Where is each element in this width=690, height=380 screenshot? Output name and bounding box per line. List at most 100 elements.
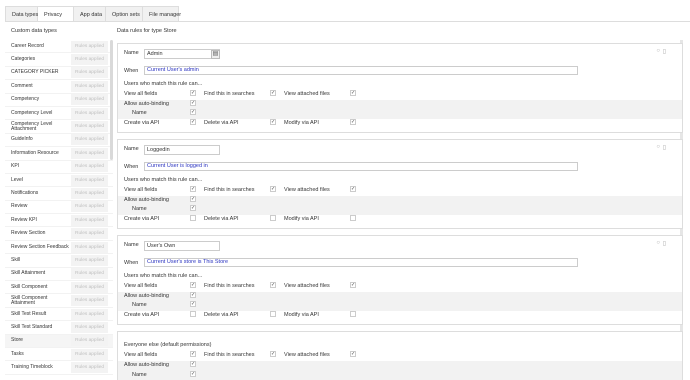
when-condition-input[interactable]: Current User is logged in bbox=[144, 162, 578, 171]
data-type-name: Competency Level Attachment bbox=[11, 120, 53, 132]
create-via-api-checkbox[interactable] bbox=[190, 215, 196, 221]
when-condition-input[interactable]: Current User's store is This Store bbox=[144, 258, 578, 267]
rules-applied-badge: Rules applied bbox=[71, 295, 108, 307]
view-attached-files-checkbox[interactable]: ✓ bbox=[350, 351, 356, 357]
rule-name-input[interactable]: User's Own bbox=[144, 241, 220, 251]
view-all-fields-checkbox[interactable]: ✓ bbox=[190, 282, 196, 288]
trash-icon[interactable]: ▯ bbox=[663, 240, 666, 247]
view-attached-files-checkbox[interactable]: ✓ bbox=[350, 282, 356, 288]
when-condition-input[interactable]: Current User's admin bbox=[144, 66, 578, 75]
create-via-api-checkbox[interactable]: ✓ bbox=[190, 119, 196, 125]
name-field-checkbox[interactable]: ✓ bbox=[190, 370, 196, 377]
rules-applied-badge: Rules applied bbox=[71, 121, 108, 133]
allow-auto-binding-checkbox[interactable]: ✓ bbox=[190, 100, 196, 106]
view-attached-files-checkbox[interactable]: ✓ bbox=[350, 186, 356, 192]
create-via-api-checkbox[interactable] bbox=[190, 311, 196, 317]
comment-icon[interactable]: ○ bbox=[656, 144, 660, 150]
list-item[interactable]: Review Section Rules applied bbox=[5, 227, 113, 241]
delete-via-api-checkbox[interactable] bbox=[270, 311, 276, 317]
default-permissions-card: Everyone else (default permissions) View … bbox=[117, 331, 683, 380]
name-field-checkbox[interactable]: ✓ bbox=[190, 301, 196, 307]
view-all-fields-checkbox[interactable]: ✓ bbox=[190, 186, 196, 192]
gear-icon[interactable]: ▤ bbox=[211, 50, 220, 59]
allow-auto-binding-checkbox[interactable]: ✓ bbox=[190, 361, 196, 367]
list-item[interactable]: Notifications Rules applied bbox=[5, 187, 113, 201]
list-item[interactable]: Review KPI Rules applied bbox=[5, 214, 113, 228]
list-item[interactable]: Competency Rules applied bbox=[5, 94, 113, 107]
list-item[interactable]: Skill Test Result Rules applied bbox=[5, 308, 113, 322]
tab-app-data[interactable]: App data bbox=[74, 6, 106, 22]
list-item[interactable]: Categories Rules applied bbox=[5, 53, 113, 67]
create-via-api-label: Create via API bbox=[124, 312, 160, 318]
delete-via-api-checkbox[interactable] bbox=[270, 215, 276, 221]
permission-row: Name ✓ bbox=[118, 205, 682, 215]
rule-name-input[interactable]: Loggedin bbox=[144, 145, 220, 155]
delete-via-api-checkbox[interactable]: ✓ bbox=[270, 119, 276, 125]
list-item[interactable]: GuideInfo Rules applied bbox=[5, 134, 113, 148]
trash-icon[interactable]: ▯ bbox=[663, 48, 666, 55]
name-field-checkbox[interactable]: ✓ bbox=[190, 205, 196, 211]
list-item[interactable]: Level Rules applied bbox=[5, 174, 113, 188]
data-type-name: Information Resource bbox=[11, 149, 59, 156]
tab-option-sets[interactable]: Option sets bbox=[106, 6, 143, 22]
rules-applied-badge: Rules applied bbox=[71, 308, 108, 320]
list-item[interactable]: Information Resource Rules applied bbox=[5, 147, 113, 161]
comment-icon[interactable]: ○ bbox=[656, 48, 660, 54]
list-item[interactable]: Skill Attainment Rules applied bbox=[5, 268, 113, 282]
tab-file-manager[interactable]: File manager bbox=[143, 6, 181, 22]
rules-applied-badge: Rules applied bbox=[71, 335, 108, 347]
users-match-label: Users who match this rule can... bbox=[124, 273, 203, 279]
list-item[interactable]: Competency Level Rules applied bbox=[5, 107, 113, 121]
modify-via-api-checkbox[interactable]: ✓ bbox=[350, 119, 356, 125]
delete-via-api-label: Delete via API bbox=[204, 120, 239, 126]
list-scrollbar[interactable] bbox=[110, 40, 113, 160]
find-in-searches-checkbox[interactable]: ✓ bbox=[270, 90, 276, 96]
find-in-searches-checkbox[interactable]: ✓ bbox=[270, 186, 276, 192]
tab-divider bbox=[5, 21, 690, 22]
data-type-name: Skill Test Standard bbox=[11, 323, 53, 330]
delete-via-api-label: Delete via API bbox=[204, 216, 239, 222]
view-all-fields-label: View all fields bbox=[124, 187, 158, 193]
allow-auto-binding-checkbox[interactable]: ✓ bbox=[190, 292, 196, 298]
list-item[interactable]: Review Rules applied bbox=[5, 201, 113, 215]
modify-via-api-checkbox[interactable] bbox=[350, 215, 356, 221]
list-item[interactable]: Skill Test Standard Rules applied bbox=[5, 321, 113, 335]
list-item[interactable]: CATEGORY PICKER Rules applied bbox=[5, 67, 113, 81]
rule-name-input[interactable]: Admin bbox=[144, 49, 220, 59]
when-label: When bbox=[124, 260, 139, 266]
name-field-label: Name bbox=[132, 110, 147, 116]
data-type-name: Review Section bbox=[11, 230, 46, 237]
list-item[interactable]: Competency Level Attachment Rules applied bbox=[5, 120, 113, 134]
list-item[interactable]: Skill Component Attainment Rules applied bbox=[5, 294, 113, 308]
comment-icon[interactable]: ○ bbox=[656, 240, 660, 246]
permission-row: Create via API Delete via API Modify via A… bbox=[118, 311, 682, 321]
data-type-name: Skill Component Attainment bbox=[11, 294, 48, 306]
tab-data-types[interactable]: Data types bbox=[5, 6, 38, 22]
find-in-searches-label: Find this in searches bbox=[204, 187, 255, 193]
trash-icon[interactable]: ▯ bbox=[663, 144, 666, 151]
list-item[interactable]: Tasks Rules applied bbox=[5, 348, 113, 362]
view-attached-files-checkbox[interactable]: ✓ bbox=[350, 90, 356, 96]
list-item[interactable]: Skill Rules applied bbox=[5, 254, 113, 268]
list-item[interactable]: Skill Component Rules applied bbox=[5, 281, 113, 295]
list-item[interactable]: Training Timeblock Rules applied bbox=[5, 361, 113, 375]
find-in-searches-checkbox[interactable]: ✓ bbox=[270, 282, 276, 288]
tab-privacy[interactable]: Privacy bbox=[38, 6, 74, 22]
view-all-fields-checkbox[interactable]: ✓ bbox=[190, 90, 196, 96]
rules-applied-badge: Rules applied bbox=[71, 321, 108, 333]
list-item[interactable]: Store Rules applied bbox=[5, 334, 113, 348]
list-item[interactable]: Review Section Feedback Rules applied bbox=[5, 241, 113, 255]
data-type-name: CATEGORY PICKER bbox=[11, 69, 59, 76]
modify-via-api-checkbox[interactable] bbox=[350, 311, 356, 317]
allow-auto-binding-checkbox[interactable]: ✓ bbox=[190, 196, 196, 202]
rules-applied-badge: Rules applied bbox=[71, 147, 108, 159]
view-all-fields-checkbox[interactable]: ✓ bbox=[190, 351, 196, 357]
name-field-checkbox[interactable]: ✓ bbox=[190, 109, 196, 115]
find-in-searches-checkbox[interactable]: ✓ bbox=[270, 351, 276, 357]
name-label: Name bbox=[124, 242, 139, 248]
list-item[interactable]: Career Record Rules applied bbox=[5, 40, 113, 54]
list-item[interactable]: KPI Rules applied bbox=[5, 161, 113, 174]
view-attached-files-label: View attached files bbox=[284, 187, 330, 193]
create-via-api-label: Create via API bbox=[124, 120, 160, 126]
list-item[interactable]: Comment Rules applied bbox=[5, 80, 113, 94]
